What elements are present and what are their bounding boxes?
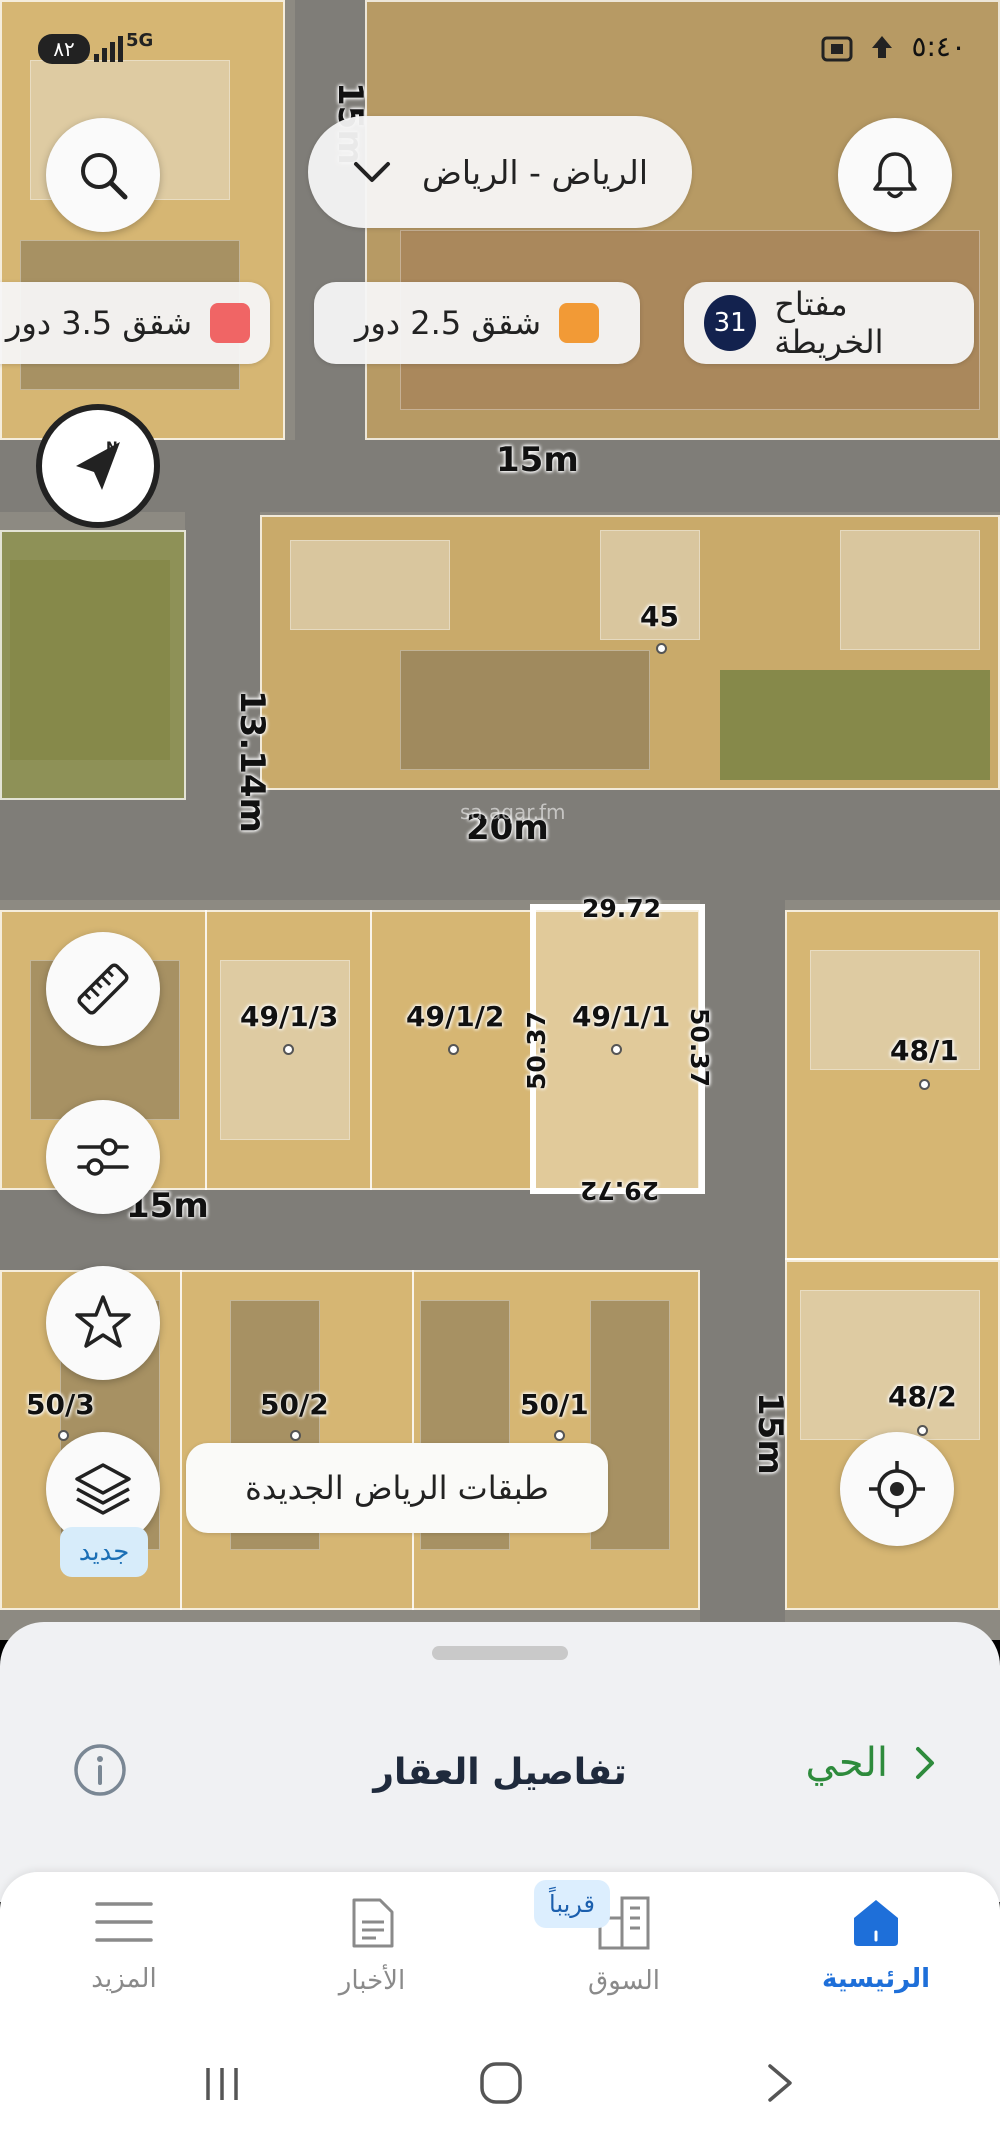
measure-button[interactable] <box>46 932 160 1046</box>
plot-number-label: 45 <box>640 600 679 633</box>
nav-item-news[interactable]: الأخبار <box>282 1894 462 1996</box>
news-icon <box>352 1898 394 1948</box>
legend-swatch <box>559 303 600 343</box>
home-system-icon[interactable] <box>478 2060 524 2106</box>
upload-icon <box>872 36 892 58</box>
home-icon <box>854 1900 898 1946</box>
new-badge: جديد <box>60 1527 148 1577</box>
star-icon <box>75 1295 131 1348</box>
plot-dimension-bottom: 29.72 <box>580 1176 660 1205</box>
property-details-sheet[interactable]: تفاصيل العقار الحي <box>0 1622 1000 1902</box>
plot-number-label: 50/1 <box>520 1388 589 1421</box>
legend-swatch <box>210 303 250 343</box>
back-icon[interactable] <box>762 2060 798 2106</box>
nav-label: الأخبار <box>338 1966 406 1996</box>
locate-icon <box>869 1461 925 1517</box>
filter-button[interactable] <box>46 1100 160 1214</box>
favorites-button[interactable] <box>46 1266 160 1380</box>
nav-item-home[interactable]: الرئيسية <box>786 1894 966 1994</box>
menu-icon <box>95 1902 153 1942</box>
search-icon <box>81 153 128 200</box>
network-type: 5G <box>126 30 154 51</box>
neighborhood-link[interactable]: الحي <box>806 1740 936 1786</box>
plot-dimension-top: 29.72 <box>582 894 662 923</box>
city-selector[interactable]: الرياض - الرياض <box>308 116 692 228</box>
map-key-button[interactable]: 31 مفتاح الخريطة <box>684 282 974 364</box>
map-key-count: 31 <box>704 295 757 351</box>
nav-label: الرئيسية <box>821 1964 931 1994</box>
road-width-label: 15m <box>750 1392 790 1475</box>
screenshot-icon <box>821 36 853 62</box>
layers-banner-label: طبقات الرياض الجديدة <box>245 1469 549 1507</box>
plot-number-label: 49/1/3 <box>240 1000 339 1033</box>
battery-level: ٨٢ <box>53 37 75 61</box>
status-time: ٥:٤٠ <box>911 30 966 63</box>
nav-item-more[interactable]: المزيد <box>34 1894 214 1994</box>
my-location-button[interactable] <box>840 1432 954 1546</box>
svg-text:N: N <box>106 440 118 456</box>
nav-label: السوق <box>588 1966 660 1996</box>
plot-number-label: 49/1/1 <box>572 1000 671 1033</box>
legend-item[interactable]: شقق 3.5 دور <box>0 282 270 364</box>
layers-icon <box>75 1463 131 1515</box>
neighborhood-link-label: الحي <box>805 1740 888 1786</box>
road-width-label: 15m <box>496 440 579 480</box>
plot-number-label: 48/1 <box>890 1034 959 1067</box>
search-button[interactable] <box>46 118 160 232</box>
coming-soon-badge: قريباً <box>534 1880 610 1928</box>
signal-icon <box>94 36 123 62</box>
satellite-map[interactable]: 15m 15m 20m 13.14m 15m 15m 45 49/1/3 49/… <box>0 0 1000 1640</box>
watermark: sa.aqar.fm <box>460 800 566 824</box>
map-key-label: مفتاح الخريطة <box>774 285 884 361</box>
legend-item-label: شقق 3.5 دور <box>5 304 192 342</box>
chevron-right-icon <box>916 1747 934 1779</box>
plot-dimension-right: 50.37 <box>685 1008 714 1088</box>
notifications-button[interactable] <box>838 118 952 232</box>
plot-number-label: 50/2 <box>260 1388 329 1421</box>
bell-icon <box>873 152 917 199</box>
nav-label: المزيد <box>91 1964 157 1994</box>
sheet-drag-handle[interactable] <box>432 1646 568 1660</box>
road-width-label: 13.14m <box>232 690 272 833</box>
chevron-down-icon <box>353 162 390 182</box>
city-label: الرياض - الرياض <box>421 152 649 192</box>
plot-dimension-left: 50.37 <box>522 1010 551 1090</box>
plot-number-label: 49/1/2 <box>406 1000 505 1033</box>
bottom-navigation: الرئيسية السوق الأخبار المزيد <box>0 1872 1000 2032</box>
legend-item-label: شقق 2.5 دور <box>354 304 542 342</box>
ruler-icon <box>77 963 129 1015</box>
system-navigation-bar <box>0 2032 1000 2144</box>
recent-apps-icon[interactable] <box>200 2062 244 2106</box>
layers-banner[interactable]: طبقات الرياض الجديدة <box>186 1443 608 1533</box>
sliders-icon <box>77 1138 129 1176</box>
plot-number-label: 50/3 <box>26 1388 95 1421</box>
battery-indicator: ٨٢ <box>38 34 90 64</box>
compass-icon: N <box>76 440 120 490</box>
plot-number-label: 48/2 <box>888 1380 957 1413</box>
legend-item[interactable]: شقق 2.5 دور <box>314 282 640 364</box>
compass-button[interactable]: N <box>36 404 160 528</box>
